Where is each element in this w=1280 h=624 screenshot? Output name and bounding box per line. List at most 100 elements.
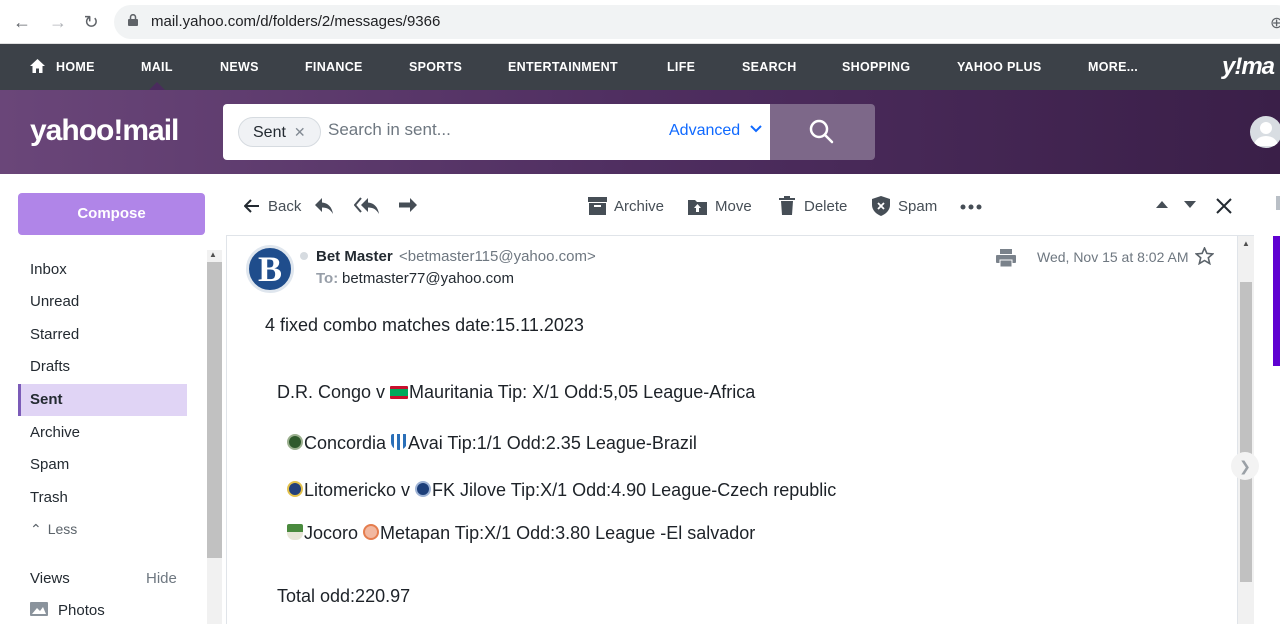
nav-search[interactable]: SEARCH — [742, 60, 797, 74]
nav-more[interactable]: MORE... — [1088, 60, 1138, 74]
avai-crest-icon — [391, 434, 408, 450]
mauritania-flag-icon — [390, 386, 409, 399]
more-actions-icon[interactable] — [960, 204, 982, 210]
folder-starred[interactable]: Starred — [18, 319, 187, 351]
search-scope-pill[interactable]: Sent ✕ — [238, 117, 321, 147]
ad-strip — [1273, 236, 1280, 366]
forward-arrow-icon[interactable]: → — [46, 10, 70, 34]
scroll-up-arrow-icon[interactable]: ▲ — [1242, 239, 1250, 248]
message-scroll-thumb[interactable] — [1240, 282, 1252, 582]
nav-shopping[interactable]: SHOPPING — [842, 60, 910, 74]
reply-all-icon[interactable] — [354, 197, 380, 215]
advanced-search-link[interactable]: Advanced — [669, 122, 762, 140]
user-icon — [1254, 122, 1278, 146]
match-2-home: Concordia — [304, 433, 392, 453]
match-3-details: FK Jilove Tip:X/1 Odd:4.90 League-Czech … — [432, 480, 837, 500]
reload-icon[interactable]: ↻ — [79, 10, 103, 34]
address-bar[interactable]: mail.yahoo.com/d/folders/2/messages/9366… — [114, 5, 1280, 39]
folder-archive[interactable]: Archive — [18, 417, 187, 449]
nav-news[interactable]: NEWS — [220, 60, 259, 74]
yahoo-mail-logo[interactable]: yahoo!mail — [30, 114, 179, 148]
back-arrow-icon[interactable] — [244, 199, 260, 213]
home-icon — [30, 59, 45, 73]
sender-name[interactable]: Bet Master — [316, 248, 393, 265]
previous-message-icon[interactable] — [1155, 200, 1169, 209]
chevron-right-icon[interactable]: ❯ — [1231, 452, 1259, 480]
yahoo-top-nav: HOME MAIL NEWS FINANCE SPORTS ENTERTAINM… — [0, 44, 1280, 90]
folder-inbox[interactable]: Inbox — [18, 254, 187, 286]
reply-icon[interactable] — [314, 197, 334, 215]
photos-label: Photos — [58, 602, 105, 619]
compose-button[interactable]: Compose — [18, 193, 205, 235]
lock-icon — [128, 14, 138, 26]
jocoro-crest-icon — [287, 524, 303, 540]
sidebar-scroll-thumb[interactable] — [207, 262, 222, 558]
next-message-icon[interactable] — [1183, 200, 1197, 209]
message-view: B Bet Master <betmaster115@yahoo.com> To… — [226, 236, 1238, 624]
browser-bar: ← → ↻ mail.yahoo.com/d/folders/2/message… — [0, 0, 1280, 44]
sidebar: Compose Inbox Unread Starred Drafts Sent… — [0, 174, 222, 624]
yahoo-logo-small[interactable]: y!ma — [1222, 53, 1275, 81]
folder-spam[interactable]: Spam — [18, 449, 187, 481]
forward-icon[interactable] — [398, 197, 418, 215]
match-1-details: Mauritania Tip: X/1 Odd:5,05 League-Afri… — [409, 382, 756, 402]
match-3-home: Litomericko v — [304, 480, 416, 500]
folder-unread[interactable]: Unread — [18, 286, 187, 318]
back-button[interactable]: Back — [268, 198, 301, 215]
user-avatar[interactable] — [1250, 116, 1280, 148]
folder-trash[interactable]: Trash — [18, 482, 187, 514]
chevron-up-icon: ⌃ — [30, 521, 42, 537]
match-4-home: Jocoro — [304, 523, 364, 543]
nav-life[interactable]: LIFE — [667, 60, 695, 74]
search-scope-label: Sent — [253, 124, 286, 141]
site-info-icon[interactable]: ⊕ — [1270, 13, 1280, 33]
recipient-email[interactable]: betmaster77@yahoo.com — [342, 270, 514, 287]
spam-button[interactable]: Spam — [898, 198, 937, 215]
match-1-home: D.R. Congo v — [277, 382, 391, 402]
url-text: mail.yahoo.com/d/folders/2/messages/9366 — [151, 13, 441, 30]
archive-icon — [588, 197, 607, 215]
mail-header: yahoo!mail Sent ✕ Advanced — [0, 90, 1280, 174]
match-line-4: Jocoro Metapan Tip:X/1 Odd:3.80 League -… — [287, 523, 755, 544]
views-heading: Views — [30, 570, 70, 587]
sender-avatar: B — [246, 245, 294, 293]
message-toolbar: Back Archive Move Delete Spam — [226, 176, 1254, 236]
rail-icon[interactable] — [1276, 196, 1280, 210]
concordia-crest-icon — [287, 434, 303, 450]
less-toggle[interactable]: ⌃ Less — [30, 521, 77, 538]
view-photos[interactable]: Photos — [30, 602, 105, 619]
metapan-crest-icon — [363, 524, 380, 540]
search-button[interactable] — [770, 104, 875, 160]
search-input[interactable] — [328, 120, 648, 140]
folder-sent[interactable]: Sent — [18, 384, 187, 416]
nav-sports[interactable]: SPORTS — [409, 60, 462, 74]
star-icon[interactable] — [1195, 247, 1214, 265]
back-arrow-icon[interactable]: ← — [10, 10, 34, 34]
close-icon[interactable]: ✕ — [294, 124, 306, 140]
nav-home[interactable]: HOME — [56, 60, 95, 74]
move-button[interactable]: Move — [715, 198, 752, 215]
print-icon[interactable] — [996, 249, 1016, 267]
hide-views-link[interactable]: Hide — [146, 570, 177, 587]
nav-entertainment[interactable]: ENTERTAINMENT — [508, 60, 618, 74]
sender-email[interactable]: <betmaster115@yahoo.com> — [399, 248, 596, 265]
presence-dot — [300, 252, 308, 260]
close-icon[interactable] — [1216, 198, 1232, 214]
nav-finance[interactable]: FINANCE — [305, 60, 363, 74]
scroll-up-arrow-icon[interactable]: ▲ — [209, 250, 217, 259]
trash-icon — [779, 196, 795, 215]
nav-mail[interactable]: MAIL — [141, 60, 173, 74]
chevron-down-icon — [749, 125, 762, 133]
sender-avatar-initial: B — [257, 249, 282, 289]
total-odd: Total odd:220.97 — [277, 586, 411, 606]
advanced-label: Advanced — [669, 122, 741, 139]
search-box: Sent ✕ Advanced — [223, 104, 770, 160]
folder-drafts[interactable]: Drafts — [18, 351, 187, 383]
delete-button[interactable]: Delete — [804, 198, 847, 215]
archive-button[interactable]: Archive — [614, 198, 664, 215]
move-icon — [688, 200, 707, 215]
nav-yahoo-plus[interactable]: YAHOO PLUS — [957, 60, 1042, 74]
match-line-2: Concordia Avai Tip:1/1 Odd:2.35 League-B… — [287, 433, 697, 454]
message-date: Wed, Nov 15 at 8:02 AM — [1037, 249, 1189, 265]
active-nav-caret — [149, 82, 165, 90]
